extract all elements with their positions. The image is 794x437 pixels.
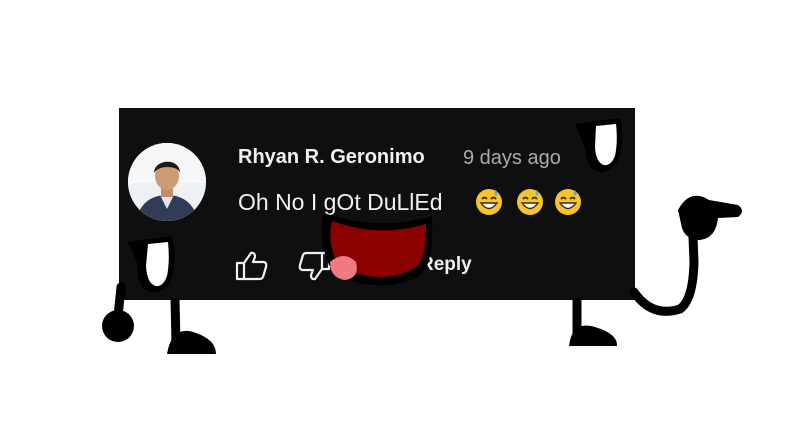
reply-button[interactable]: Reply xyxy=(420,254,472,276)
comment-timestamp[interactable]: 9 days ago xyxy=(463,147,561,170)
right-foot xyxy=(569,325,618,346)
thumbs-down-icon xyxy=(298,251,331,281)
avatar-photo xyxy=(128,143,206,221)
left-hand xyxy=(102,310,134,342)
like-button[interactable] xyxy=(234,250,270,282)
comment-author[interactable]: Rhyan R. Geronimo xyxy=(238,146,425,169)
grinning-sweat-emoji xyxy=(476,189,502,215)
comment-text: Oh No I gOt DuLlEd xyxy=(238,189,443,215)
thumbs-up-icon xyxy=(235,251,268,281)
right-arm xyxy=(629,207,699,316)
dislike-button[interactable] xyxy=(296,250,332,282)
grinning-sweat-emoji xyxy=(517,189,543,215)
left-foot xyxy=(167,330,216,354)
meme-stage: Rhyan R. Geronimo 9 days ago Oh No I gOt… xyxy=(0,0,794,437)
right-hand xyxy=(678,195,742,240)
left-leg xyxy=(170,297,181,346)
avatar[interactable] xyxy=(128,143,206,221)
grinning-sweat-emoji xyxy=(555,189,581,215)
